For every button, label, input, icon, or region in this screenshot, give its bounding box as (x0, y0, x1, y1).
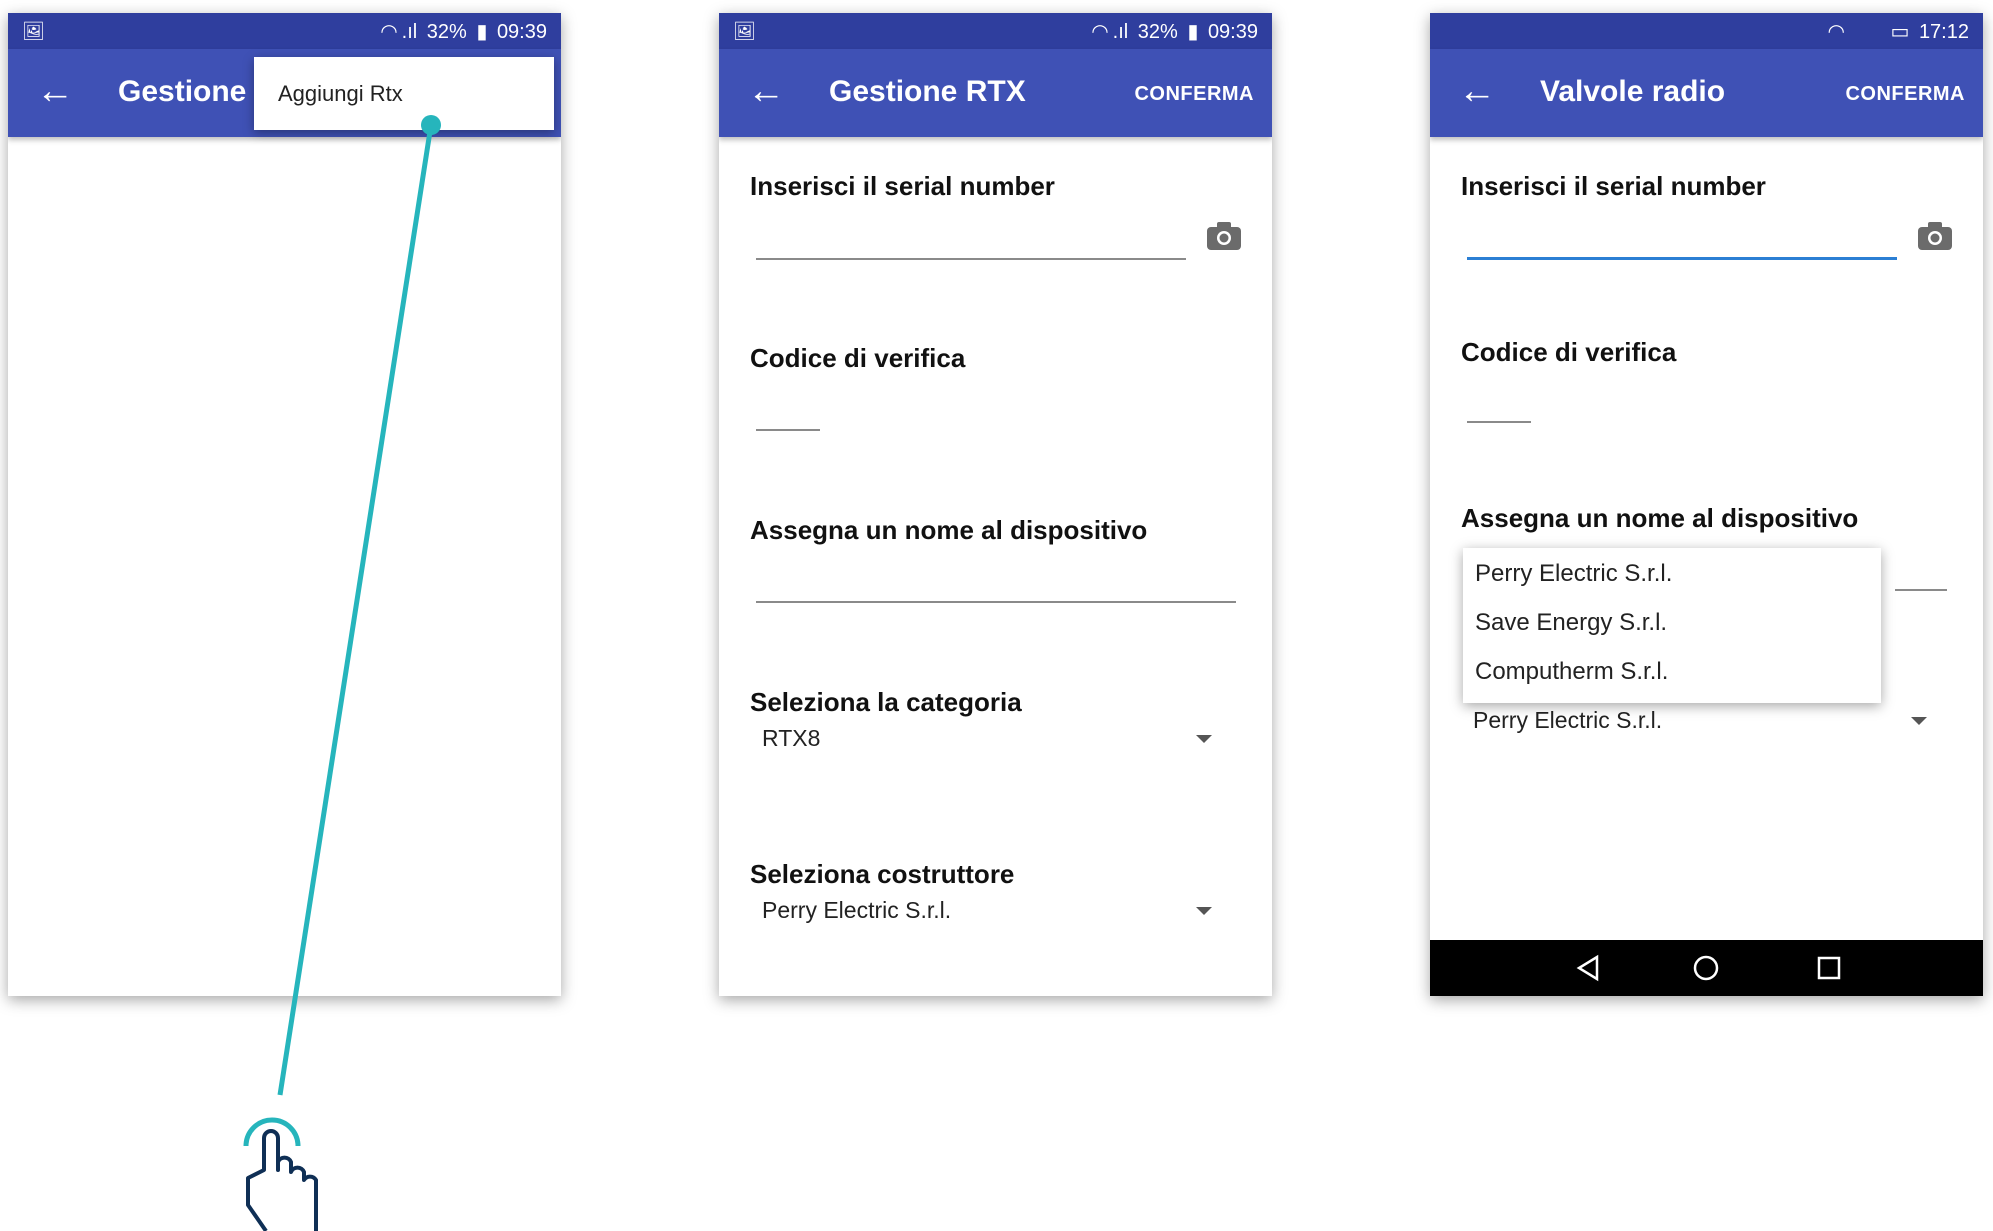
device-name-label: Assegna un nome al dispositivo (1461, 503, 1859, 533)
clock: 09:39 (1207, 21, 1258, 43)
verification-code-label: Codice di verifica (750, 343, 966, 373)
circle-home-icon[interactable] (1690, 952, 1722, 984)
camera-icon[interactable] (1206, 221, 1242, 251)
arrow-left-icon[interactable]: ← (1458, 69, 1496, 113)
category-label: Seleziona la categoria (750, 687, 1022, 717)
signal-icon: .ıl (1112, 21, 1129, 43)
status-bar: 🖼 ◠ .ıl 32% ▮ 09:39 (719, 13, 1272, 49)
status-right: ◠ .ıl 32% ▮ 09:39 (1087, 19, 1258, 44)
page-title: Gestione RTX (118, 75, 254, 108)
phone-screen-menu: 🖼 ◠.ıl 32% ▮ 09:39 ← Gestione RTX Aggiun… (8, 13, 561, 996)
chevron-down-icon[interactable] (1911, 717, 1927, 725)
serial-number-input[interactable] (756, 258, 1186, 260)
manufacturer-dropdown: Perry Electric S.r.l. Save Energy S.r.l.… (1463, 548, 1881, 703)
manufacturer-label: Seleziona costruttore (750, 859, 1015, 889)
phone-screen-radio-valves: ◠ ▭ 17:12 ← Valvole radio CONFERMA Inser… (1430, 13, 1983, 996)
status-right: ◠ .ıl 32% ▮ 09:39 (376, 19, 547, 44)
signal-icon: .ıl (401, 21, 418, 43)
arrow-left-icon[interactable]: ← (747, 69, 785, 113)
confirm-button[interactable]: CONFERMA (1134, 83, 1254, 106)
confirm-button[interactable]: CONFERMA (1845, 83, 1965, 106)
wifi-icon: ◠ (1827, 21, 1845, 43)
battery-percent: 32% (1137, 21, 1178, 43)
image-icon: 🖼 (733, 21, 756, 41)
wifi-icon: ◠ (380, 21, 398, 43)
status-right: ◠ ▭ 17:12 (1823, 19, 1969, 44)
serial-number-label: Inserisci il serial number (750, 171, 1055, 201)
status-bar: 🖼 ◠ .ıl 32% ▮ 09:39 (8, 13, 561, 49)
chevron-down-icon[interactable] (1196, 907, 1212, 915)
device-name-input[interactable] (756, 601, 1236, 603)
page-title: Valvole radio (1540, 75, 1726, 108)
device-name-label: Assegna un nome al dispositivo (750, 515, 1148, 545)
triangle-back-icon[interactable] (1573, 952, 1605, 984)
battery-icon: ▮ (476, 21, 488, 43)
manufacturer-select[interactable]: Perry Electric S.r.l. (1473, 707, 1662, 734)
category-select[interactable]: RTX8 (762, 725, 820, 752)
dropdown-option[interactable]: Save Energy S.r.l. (1475, 609, 1667, 637)
page-title: Gestione RTX (829, 75, 1026, 108)
battery-percent: 32% (426, 21, 467, 43)
camera-icon[interactable] (1917, 221, 1953, 251)
verification-code-label: Codice di verifica (1461, 337, 1677, 367)
system-nav-bar (1430, 940, 1983, 996)
overflow-menu: Aggiungi Rtx (254, 57, 554, 130)
verification-code-input[interactable] (756, 429, 820, 431)
status-bar: ◠ ▭ 17:12 (1430, 13, 1983, 49)
verification-code-input[interactable] (1467, 421, 1531, 423)
battery-icon: ▮ (1187, 21, 1199, 43)
manufacturer-select[interactable]: Perry Electric S.r.l. (762, 897, 951, 924)
chevron-down-icon[interactable] (1196, 735, 1212, 743)
image-icon: 🖼 (22, 21, 45, 41)
phone-screen-rtx-form: 🖼 ◠ .ıl 32% ▮ 09:39 ← Gestione RTX CONFER… (719, 13, 1272, 996)
arrow-left-icon[interactable]: ← (36, 69, 74, 113)
square-recents-icon[interactable] (1813, 952, 1845, 984)
menu-item-add-rtx[interactable]: Aggiungi Rtx (278, 81, 403, 106)
app-bar: ← Valvole radio CONFERMA (1430, 49, 1983, 137)
serial-number-label: Inserisci il serial number (1461, 171, 1766, 201)
device-name-input[interactable] (1895, 589, 1947, 591)
wifi-icon: ◠ (1091, 21, 1109, 43)
clock: 17:12 (1918, 21, 1969, 43)
dropdown-option[interactable]: Computherm S.r.l. (1475, 658, 1668, 686)
dropdown-option[interactable]: Perry Electric S.r.l. (1475, 560, 1672, 588)
hand-tap-icon (243, 1117, 318, 1231)
clock: 09:39 (496, 21, 547, 43)
serial-number-input[interactable] (1467, 257, 1897, 260)
battery-icon: ▭ (1890, 21, 1910, 43)
app-bar: ← Gestione RTX CONFERMA (719, 49, 1272, 137)
